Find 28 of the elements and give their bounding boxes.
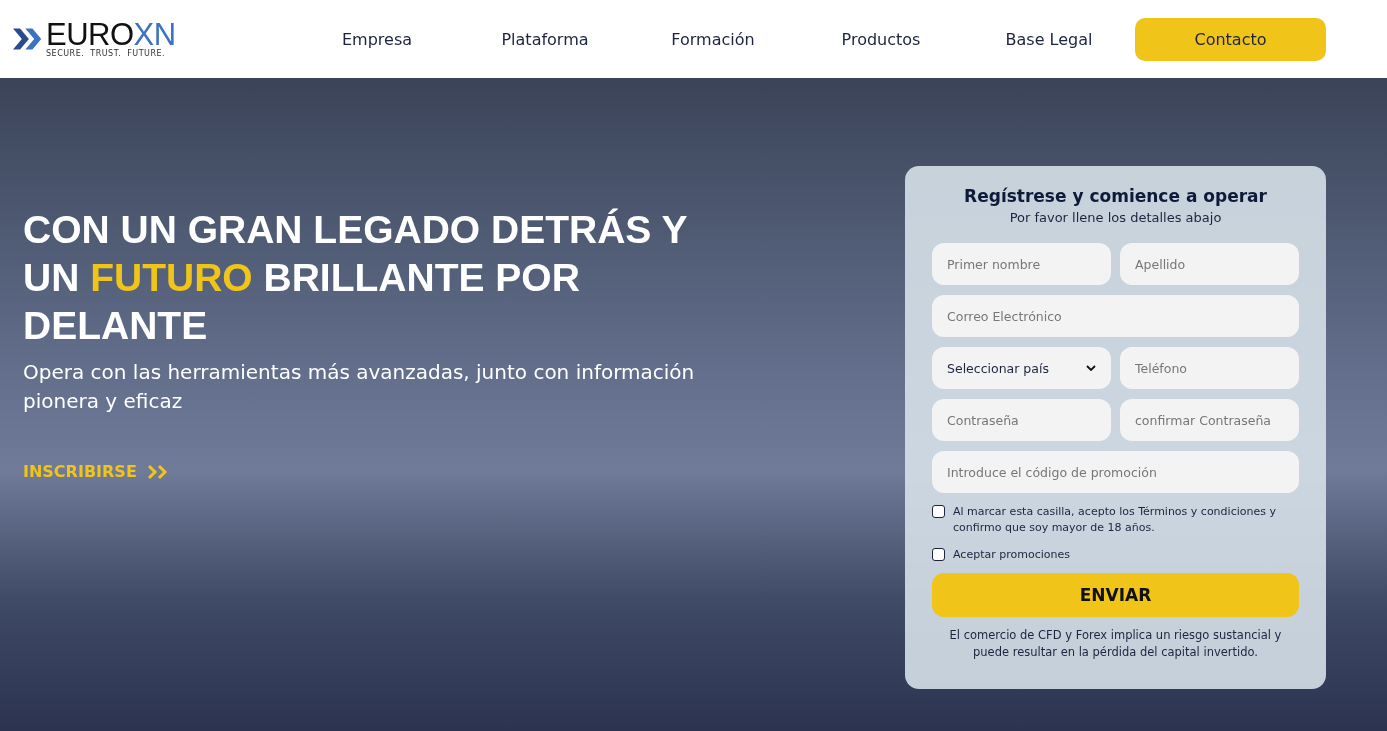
checkbox[interactable] [932, 505, 945, 518]
logo-wordmark: EUROXN [46, 20, 176, 49]
nav-link[interactable]: Plataforma [461, 29, 629, 49]
contact-button[interactable]: Contacto [1135, 17, 1326, 61]
form-title: Regístrese y comience a operar [964, 186, 1267, 206]
input-field[interactable]: Contraseña [932, 399, 1111, 441]
nav-link[interactable]: Base Legal [965, 29, 1133, 49]
input-field[interactable]: Introduce el código de promoción [932, 451, 1299, 493]
input-field[interactable]: Teléfono [1120, 347, 1299, 389]
input-field[interactable]: confirmar Contraseña [1120, 399, 1299, 441]
nav-link[interactable]: Empresa [293, 29, 461, 49]
nav-link[interactable]: Formación [629, 29, 797, 49]
checkbox[interactable] [932, 548, 945, 561]
country-select[interactable]: Seleccionar país [932, 347, 1111, 389]
submit-button[interactable]: ENVIAR [932, 573, 1299, 617]
checkbox-label: Al marcar esta casilla, acepto los Términos y condiciones y confirmo que soy mayor de 18 años. [953, 504, 1277, 536]
input-field[interactable]: Apellido [1120, 243, 1299, 285]
hero-subtitle: Opera con las herramientas más avanzadas, junto con información pionera y eficaz [23, 359, 696, 415]
form-subtitle: Por favor llene los detalles abajo [1009, 210, 1222, 225]
nav-link[interactable]: Productos [797, 29, 965, 49]
chevron-down-icon [1086, 365, 1096, 371]
chevron-logo-icon [13, 25, 43, 53]
checkbox-label: Aceptar promociones [953, 547, 1070, 563]
input-field[interactable]: Correo Electrónico [932, 295, 1299, 337]
risk-disclaimer: El comercio de CFD y Forex implica un riesgo sustancial y puede resultar en la pérdida del capital invertido. [948, 627, 1283, 661]
input-field[interactable]: Primer nombre [932, 243, 1111, 285]
logo-tagline: SECURE. TRUST. FUTURE. [46, 48, 167, 58]
hero-headline: CON UN GRAN LEGADO DETRÁS Y UN FUTURO BRILLANTE POR DELANTE [23, 207, 688, 349]
